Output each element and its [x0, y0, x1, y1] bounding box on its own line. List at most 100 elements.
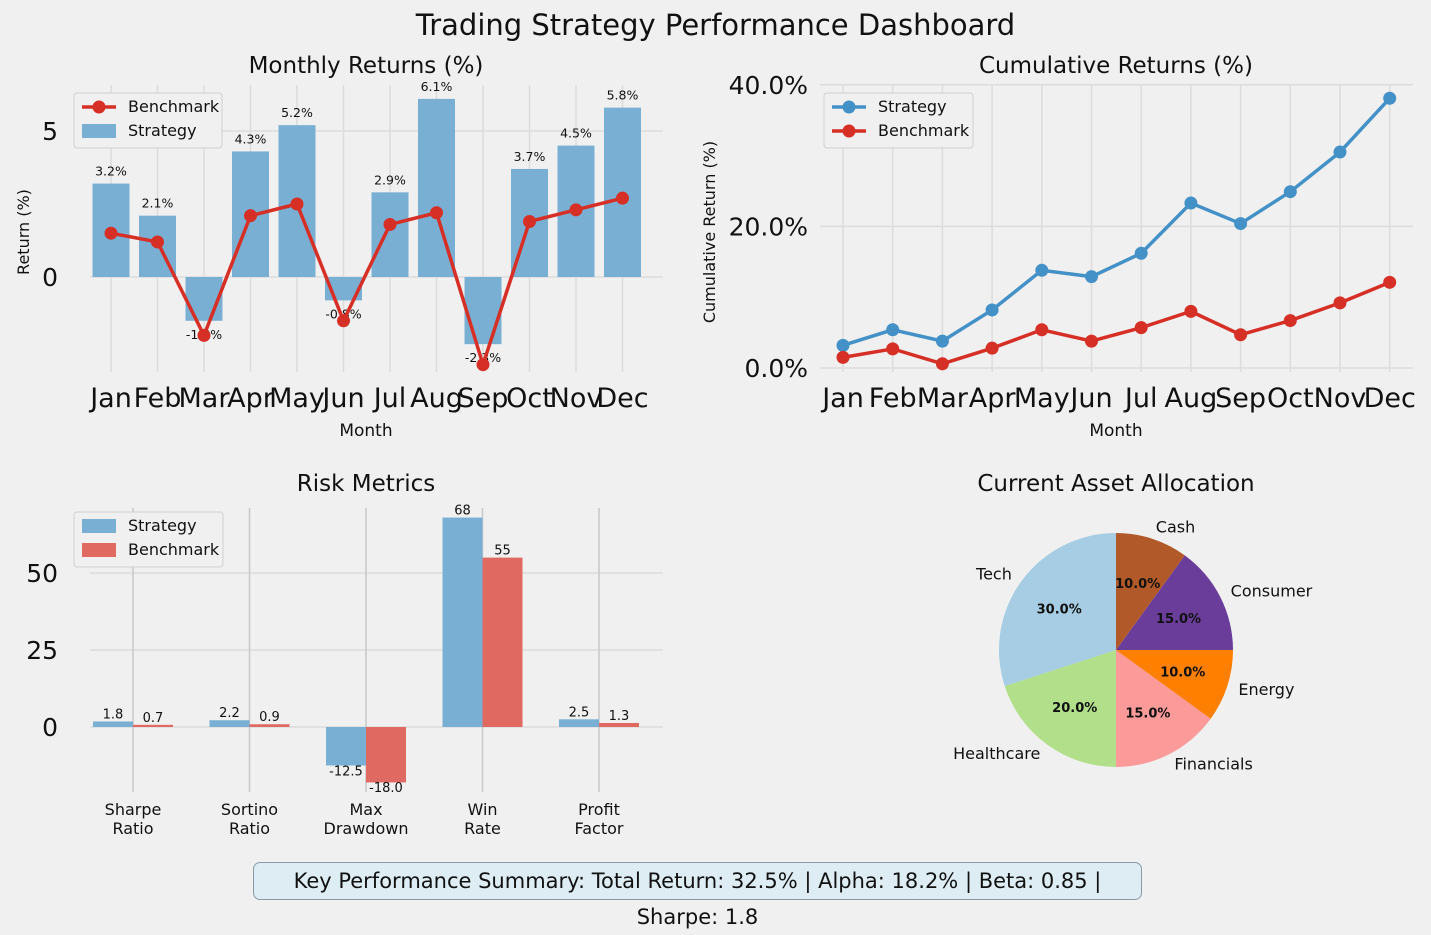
bar-value-label: 2.2 [219, 706, 240, 721]
slice-label: Energy [1238, 680, 1294, 699]
chart-legend: Benchmark Strategy [73, 92, 223, 149]
dashboard: Trading Strategy Performance Dashboard 3… [0, 0, 1431, 929]
bar-value-label: 68 [454, 504, 471, 519]
bar-value-label: 0.7 [143, 711, 164, 726]
y-axis-label: Cumulative Return (%) [700, 141, 719, 323]
bar-value-label: 5.8% [607, 88, 639, 103]
chart-title: Monthly Returns (%) [249, 53, 484, 79]
strategy-bar [326, 727, 366, 766]
benchmark-point [886, 342, 900, 356]
strategy-point [1383, 91, 1397, 105]
legend-strategy-marker [842, 100, 856, 114]
benchmark-point [104, 226, 118, 240]
benchmark-point [523, 215, 536, 229]
strategy-point [1134, 246, 1148, 260]
legend-benchmark-marker [842, 124, 856, 138]
strategy-point [1234, 217, 1248, 231]
asset-allocation-chart: 30.0% Tech 20.0% Healthcare 15.0% Financials 1… [953, 471, 1313, 774]
x-tick-label: Sep [1215, 383, 1266, 414]
benchmark-point [1234, 328, 1248, 342]
benchmark-point [935, 357, 949, 371]
x-tick-label: May [269, 383, 325, 414]
benchmark-point [244, 209, 257, 223]
benchmark-point [1383, 275, 1397, 289]
chart-title: Cumulative Returns (%) [979, 53, 1253, 79]
legend-benchmark-swatch [82, 543, 116, 557]
bar-value-label: 3.2% [95, 164, 127, 179]
bar-value-label: 5.2% [281, 105, 313, 120]
slice-label: Healthcare [953, 744, 1040, 763]
benchmark-point [616, 191, 629, 205]
x-tick-label: Sortino [221, 800, 278, 819]
benchmark-point [337, 314, 350, 328]
x-tick-label: Nov [550, 383, 603, 414]
chart-legend: Strategy Benchmark [823, 92, 974, 149]
y-tick-label: 50 [26, 559, 58, 588]
y-tick-label: 0.0% [744, 354, 808, 383]
slice-percent-label: 30.0% [1037, 603, 1082, 618]
benchmark-point [1035, 323, 1049, 337]
strategy-point [1085, 270, 1098, 284]
benchmark-point [430, 206, 443, 220]
strategy-point [1333, 145, 1347, 159]
bar-value-label: 4.3% [235, 131, 267, 146]
cumulative-returns-chart: 0.0% 20.0% 40.0% Jan Feb Mar AprMay Jun Jul AugSe… [700, 53, 1416, 441]
benchmark-point [197, 328, 211, 342]
benchmark-bar [482, 557, 523, 727]
slice-label: Consumer [1231, 582, 1313, 601]
strategy-bar [209, 720, 250, 727]
benchmark-point [836, 350, 850, 364]
strategy-bar [559, 719, 599, 727]
chart-title: Current Asset Allocation [977, 471, 1254, 497]
strategy-point [836, 338, 850, 352]
bar-value-label: -12.5 [329, 764, 363, 779]
strategy-point [1184, 196, 1198, 210]
bar-value-label: -18.0 [369, 781, 403, 796]
benchmark-point [151, 235, 164, 249]
benchmark-point [1333, 296, 1347, 310]
chart-title: Risk Metrics [297, 471, 435, 497]
y-tick-label: 0 [42, 713, 58, 742]
y-axis-label: Return (%) [14, 189, 33, 275]
x-tick-label: Jul [372, 383, 407, 414]
strategy-point [1035, 263, 1049, 277]
x-tick-label: Feb [869, 383, 917, 414]
legend-benchmark-marker [92, 100, 106, 114]
benchmark-point [476, 358, 490, 372]
charts-canvas: 3.2%2.1%-1.5%4.3%5.2%-0.8%2.9%6.1%-2.3%3… [14, 53, 1416, 838]
x-tick-label: Apr [969, 383, 1017, 414]
x-tick-label: Ratio [229, 819, 270, 838]
benchmark-point [1085, 334, 1098, 348]
slice-percent-label: 15.0% [1125, 707, 1170, 722]
legend-label: Strategy [128, 121, 197, 140]
y-tick-label: 40.0% [729, 71, 808, 100]
x-tick-label: Jan [88, 383, 132, 414]
strategy-bar [442, 517, 483, 727]
chart-legend: Strategy Benchmark [73, 511, 224, 568]
y-tick-label: 0 [42, 263, 58, 292]
x-tick-label: Mar [179, 383, 231, 414]
benchmark-bar [366, 727, 406, 783]
x-tick-label: Sharpe [105, 800, 162, 819]
benchmark-point [1283, 314, 1297, 328]
benchmark-line [842, 280, 1391, 366]
x-tick-label: Mar [917, 383, 969, 414]
bar-value-label: 0.9 [259, 710, 280, 725]
bar-value-label: 4.5% [560, 126, 592, 141]
slice-label: Financials [1174, 755, 1252, 774]
risk-metrics-chart: 1.8 2.2 -12.5 68 2.5 0.7 0.9 -18.0 55 1.3 0 25 50 Sha… [26, 471, 663, 838]
x-tick-label: Factor [575, 819, 624, 838]
strategy-bar [371, 192, 409, 277]
bar-value-label: 2.1% [142, 196, 174, 211]
slice-percent-label: 10.0% [1115, 577, 1160, 592]
bar-value-label: 2.5 [569, 705, 590, 720]
x-tick-label: Aug [1165, 383, 1218, 414]
slice-label: Tech [975, 564, 1012, 583]
performance-summary: Key Performance Summary: Total Return: 3… [253, 862, 1142, 929]
x-tick-label: Dec [1364, 383, 1416, 414]
x-tick-label: Oct [506, 383, 553, 414]
x-tick-label: Feb [134, 383, 182, 414]
x-tick-label: Win [467, 800, 497, 819]
bar-value-label: 3.7% [514, 149, 546, 164]
bar-value-label: 6.1% [421, 79, 453, 94]
